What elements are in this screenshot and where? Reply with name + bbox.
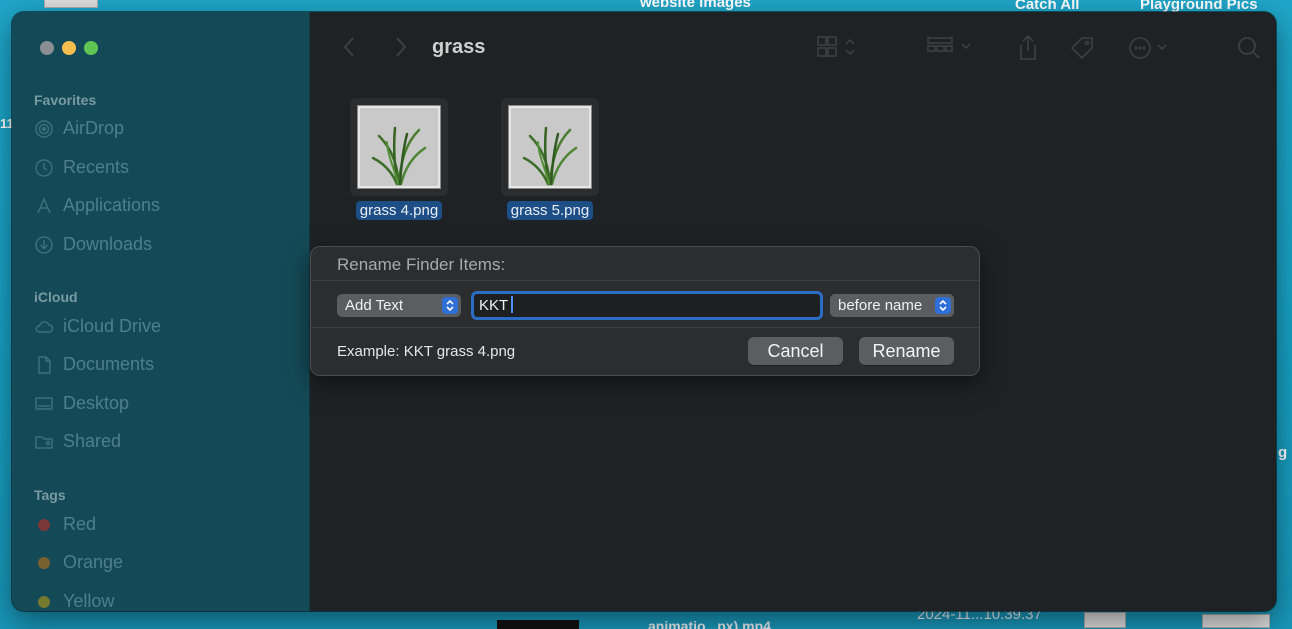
sidebar-item-label: Applications bbox=[63, 195, 161, 215]
add-text-input[interactable]: KKT bbox=[471, 291, 823, 320]
sidebar-item-tag-red[interactable]: Red bbox=[34, 514, 96, 535]
grass-image-icon bbox=[358, 106, 440, 188]
rename-dialog: Rename Finder Items: Add Text KKT before… bbox=[310, 246, 980, 376]
applications-icon bbox=[37, 196, 51, 213]
text-caret bbox=[511, 296, 514, 313]
file-thumbnail[interactable] bbox=[501, 98, 599, 196]
document-icon bbox=[38, 355, 51, 374]
tag-icon[interactable] bbox=[1068, 34, 1096, 62]
download-icon bbox=[35, 235, 53, 254]
sidebar-item-label: iCloud Drive bbox=[63, 316, 162, 336]
more-actions-icon[interactable] bbox=[1128, 34, 1176, 62]
window-title: grass bbox=[432, 36, 486, 58]
forward-chevron-icon[interactable] bbox=[392, 34, 408, 60]
sidebar-item-label: Yellow bbox=[63, 591, 115, 611]
sidebar-item-applications[interactable]: Applications bbox=[34, 195, 160, 216]
sidebar-item-label: Orange bbox=[63, 552, 124, 572]
desktop-label-website-images[interactable]: website images bbox=[640, 0, 751, 11]
sidebar-item-downloads[interactable]: Downloads bbox=[34, 234, 152, 255]
clock-icon bbox=[35, 158, 53, 177]
text-position-value: before name bbox=[838, 297, 923, 314]
add-text-value: KKT bbox=[479, 297, 509, 314]
sidebar-item-icloud-drive[interactable]: iCloud Drive bbox=[34, 316, 161, 337]
desktop-label-right-edge: g bbox=[1278, 444, 1288, 461]
divider bbox=[311, 327, 979, 328]
dialog-title: Rename Finder Items: bbox=[337, 255, 506, 274]
rename-example-text: Example: KKT grass 4.png bbox=[337, 343, 516, 360]
sidebar-item-label: Recents bbox=[63, 157, 130, 177]
sidebar-item-documents[interactable]: Documents bbox=[34, 354, 154, 375]
file-thumbnail[interactable] bbox=[350, 98, 448, 196]
desktop-file-thumbnail[interactable] bbox=[44, 0, 98, 8]
rename-button[interactable]: Rename bbox=[859, 337, 954, 365]
file-item[interactable]: grass 5.png bbox=[495, 98, 605, 220]
updown-chevron-icon bbox=[935, 297, 951, 314]
file-item[interactable]: grass 4.png bbox=[344, 98, 454, 220]
back-chevron-icon[interactable] bbox=[342, 34, 358, 60]
sidebar-heading-tags: Tags bbox=[34, 487, 66, 503]
grid-view-icon[interactable] bbox=[816, 34, 860, 60]
sidebar-heading-icloud: iCloud bbox=[34, 289, 78, 305]
toolbar: grass bbox=[310, 12, 1276, 84]
desktop-screenshot-thumbnail[interactable] bbox=[1084, 612, 1126, 628]
desktop-video-thumbnail[interactable] bbox=[497, 620, 579, 629]
grass-image-icon bbox=[509, 106, 591, 188]
tag-dot-orange bbox=[38, 556, 50, 569]
sidebar-item-label: AirDrop bbox=[63, 118, 125, 138]
file-name[interactable]: grass 5.png bbox=[506, 201, 594, 220]
tag-dot-red bbox=[38, 518, 50, 531]
sidebar-item-recents[interactable]: Recents bbox=[34, 157, 129, 178]
sidebar-item-label: Shared bbox=[63, 431, 122, 451]
search-icon[interactable] bbox=[1236, 34, 1262, 62]
updown-chevron-icon bbox=[442, 297, 458, 314]
sidebar-heading-favorites: Favorites bbox=[34, 92, 97, 108]
divider bbox=[311, 280, 979, 281]
window-controls bbox=[40, 41, 98, 55]
rename-mode-select[interactable]: Add Text bbox=[337, 294, 461, 317]
desktop-image-thumbnail[interactable] bbox=[1202, 614, 1270, 628]
tag-dot-yellow bbox=[38, 595, 50, 608]
group-by-icon[interactable] bbox=[926, 34, 978, 60]
sidebar-item-shared[interactable]: Shared bbox=[34, 431, 121, 452]
sidebar-item-tag-yellow[interactable]: Yellow bbox=[34, 591, 114, 611]
shared-folder-icon bbox=[35, 435, 53, 449]
sidebar-item-label: Red bbox=[63, 514, 97, 534]
rename-mode-value: Add Text bbox=[345, 297, 404, 314]
cancel-button[interactable]: Cancel bbox=[748, 337, 843, 365]
sidebar-item-tag-orange[interactable]: Orange bbox=[34, 552, 123, 573]
airdrop-icon bbox=[35, 119, 53, 138]
share-icon[interactable] bbox=[1016, 34, 1040, 62]
maximize-button[interactable] bbox=[84, 41, 98, 55]
file-name[interactable]: grass 4.png bbox=[355, 201, 443, 220]
sidebar-item-airdrop[interactable]: AirDrop bbox=[34, 118, 124, 139]
cloud-icon bbox=[35, 320, 54, 333]
desktop-icon bbox=[35, 396, 53, 410]
minimize-button[interactable] bbox=[62, 41, 76, 55]
sidebar-item-desktop[interactable]: Desktop bbox=[34, 393, 129, 414]
desktop-label-video-file[interactable]: animatio...px).mp4 bbox=[648, 618, 771, 629]
text-position-select[interactable]: before name bbox=[830, 294, 954, 317]
sidebar-item-label: Downloads bbox=[63, 234, 153, 254]
sidebar-item-label: Desktop bbox=[63, 393, 130, 413]
close-button[interactable] bbox=[40, 41, 54, 55]
sidebar: Favorites AirDrop Recents Applications D… bbox=[12, 12, 310, 611]
sidebar-item-label: Documents bbox=[63, 354, 155, 374]
